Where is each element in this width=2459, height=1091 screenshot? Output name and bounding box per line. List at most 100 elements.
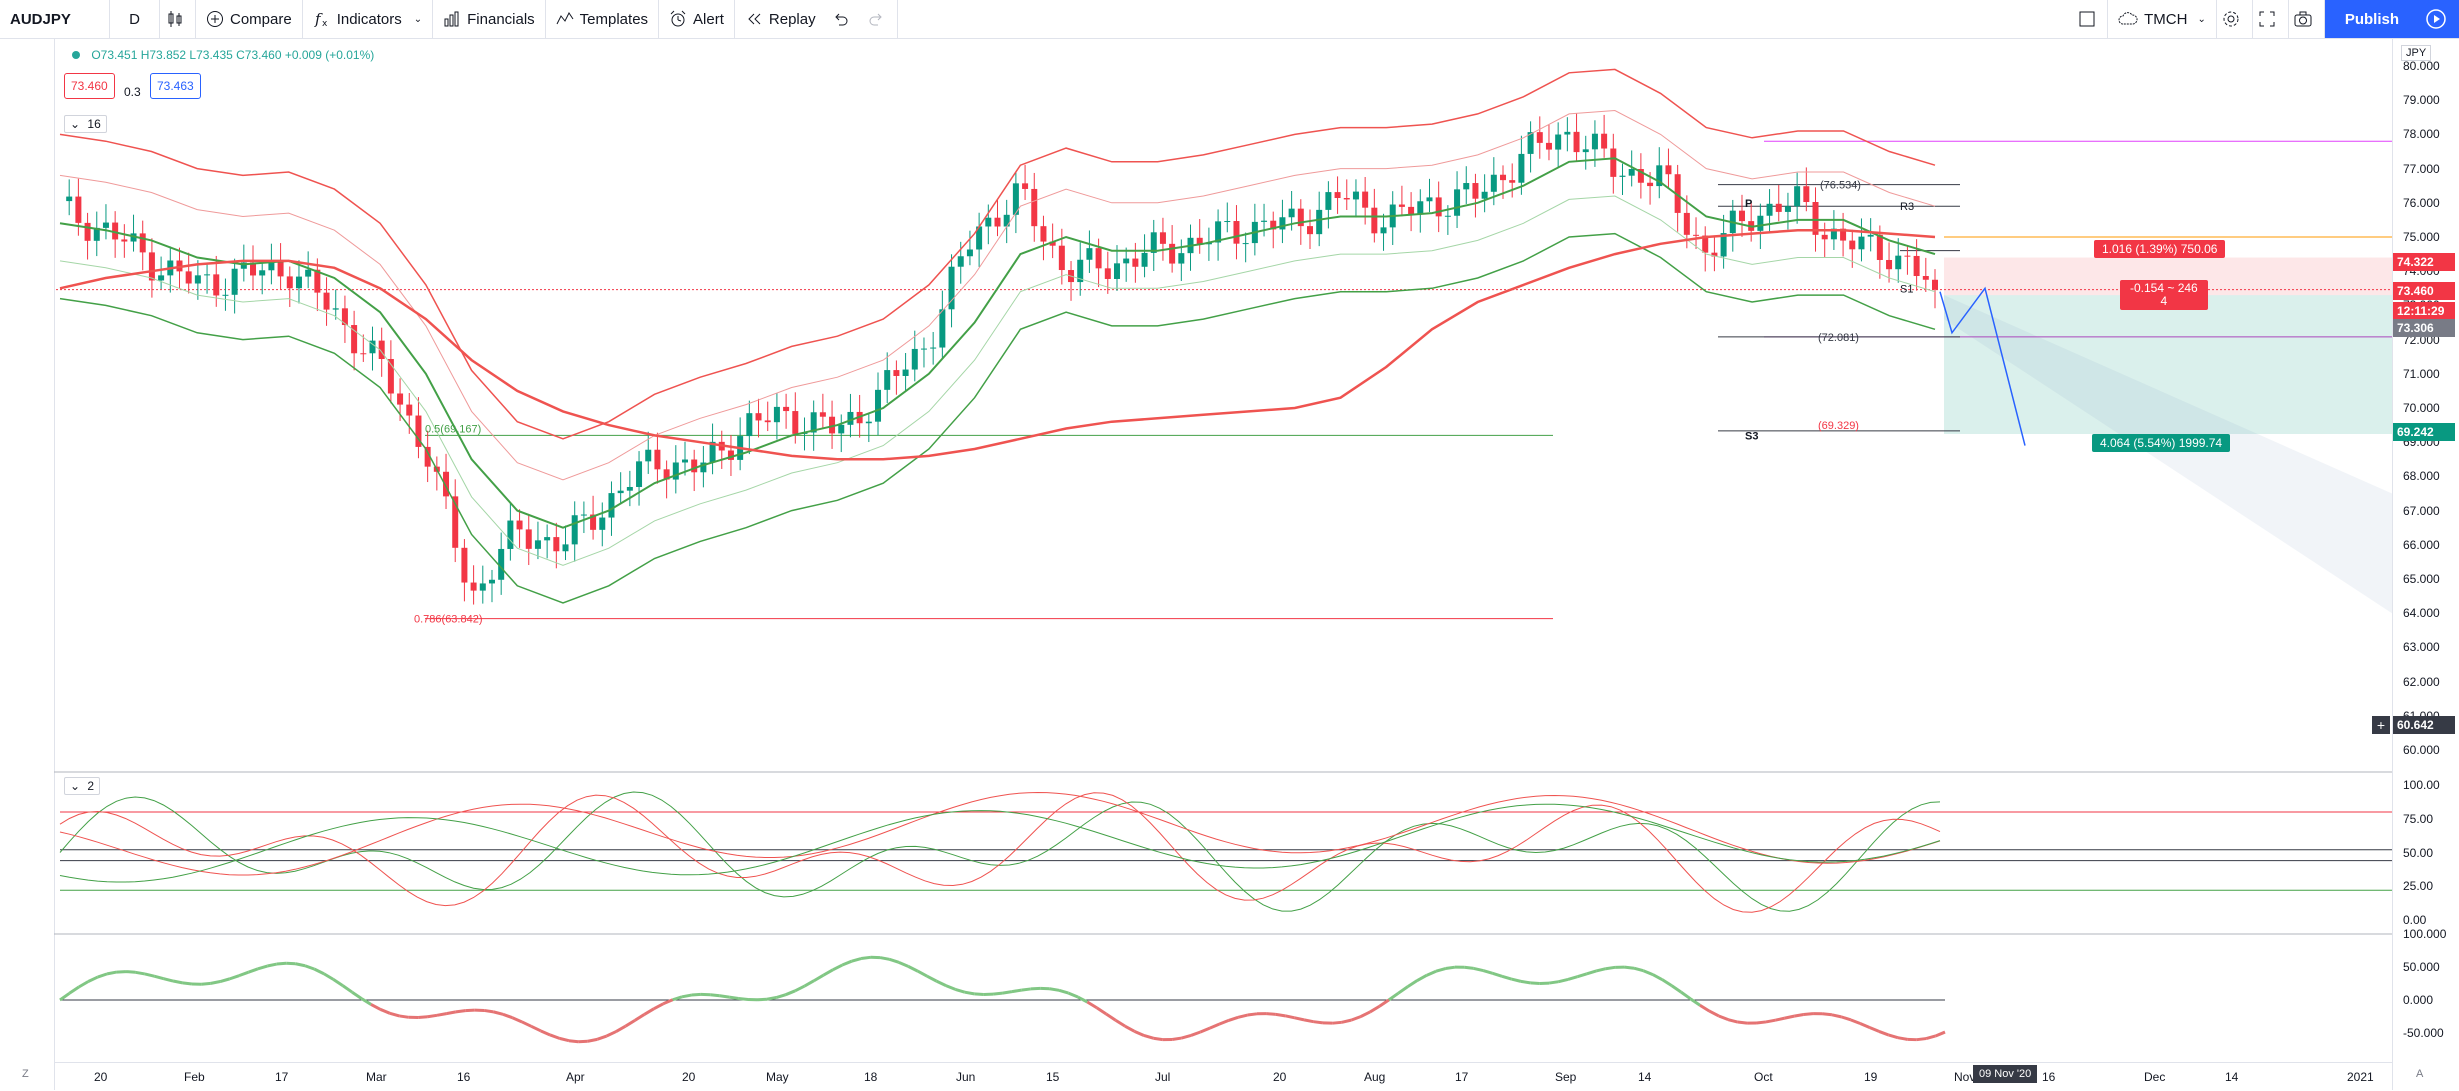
osc-segment bbox=[380, 1009, 389, 1013]
candle-body bbox=[1004, 215, 1010, 227]
osc-segment bbox=[107, 972, 116, 974]
candle-body bbox=[1537, 132, 1543, 143]
osc-segment bbox=[607, 1032, 616, 1036]
time-tick: Dec bbox=[2144, 1070, 2165, 1084]
candle-body bbox=[1086, 248, 1092, 260]
osc-segment bbox=[1804, 1014, 1813, 1015]
candle-body bbox=[1822, 235, 1828, 239]
stoch-slow2-line bbox=[60, 804, 1940, 882]
candle-body bbox=[1849, 241, 1855, 250]
osc-segment bbox=[343, 986, 352, 993]
r3-label: R3 bbox=[1900, 201, 1914, 213]
osc-segment bbox=[267, 964, 276, 966]
alert-button[interactable]: Alert bbox=[659, 0, 735, 38]
osc-segment bbox=[1587, 971, 1596, 974]
square-icon bbox=[2078, 10, 2096, 28]
osc-segment bbox=[1389, 993, 1398, 1000]
financials-button[interactable]: Financials bbox=[433, 0, 546, 38]
fullscreen-select-button[interactable] bbox=[2072, 0, 2108, 38]
chart-style-button[interactable] bbox=[160, 0, 196, 38]
settings-button[interactable] bbox=[2217, 0, 2253, 38]
candle-body bbox=[1610, 149, 1616, 177]
osc-segment bbox=[955, 989, 964, 992]
candle-body bbox=[1132, 259, 1138, 267]
candle-body bbox=[1316, 210, 1322, 234]
candle-body bbox=[1767, 204, 1773, 216]
snapshot-button[interactable] bbox=[2289, 0, 2325, 38]
price-chart[interactable]: 100.0075.0050.0025.000.00 0.5(69.167)0.7… bbox=[54, 39, 2392, 1062]
osc-segment bbox=[795, 986, 804, 991]
osc-segment bbox=[465, 1010, 474, 1011]
candle-body bbox=[1096, 248, 1102, 268]
osc-segment bbox=[691, 994, 700, 995]
osc-segment bbox=[1870, 1027, 1879, 1031]
redo-button[interactable] bbox=[862, 0, 898, 38]
osc-segment bbox=[1351, 1017, 1360, 1020]
layout-button[interactable]: TMCH ⌄ bbox=[2108, 0, 2217, 38]
osc-segment bbox=[682, 995, 691, 997]
time-tick: 17 bbox=[1455, 1070, 1468, 1084]
time-tick: Feb bbox=[184, 1070, 205, 1084]
chevron-down-icon: ⌄ bbox=[2197, 14, 2205, 25]
templates-button[interactable]: Templates bbox=[546, 0, 659, 38]
replay-button[interactable]: Replay bbox=[735, 0, 826, 38]
alarm-clock-icon bbox=[669, 10, 687, 28]
candle-body bbox=[995, 218, 1001, 227]
pane2-collapse-button[interactable]: ⌄ 2 bbox=[64, 777, 100, 795]
layout-name: TMCH bbox=[2144, 11, 2187, 28]
osc-segment bbox=[145, 974, 154, 976]
interval-selector[interactable]: D bbox=[110, 0, 160, 38]
osc-segment bbox=[918, 971, 927, 976]
osc-segment bbox=[644, 1009, 653, 1015]
symbol-search[interactable]: AUDJPY bbox=[0, 0, 110, 38]
fullscreen-button[interactable] bbox=[2253, 0, 2289, 38]
indicators-collapse-button[interactable]: ⌄ 16 bbox=[64, 115, 107, 133]
osc-segment bbox=[974, 994, 983, 995]
price-axis[interactable]: JPY 80.00079.00078.00077.00076.00075.000… bbox=[2392, 39, 2459, 1090]
osc-segment bbox=[1361, 1012, 1370, 1017]
tradingview-logo[interactable] bbox=[2419, 0, 2459, 38]
time-tick: Oct bbox=[1754, 1070, 1773, 1084]
price-tick: 76.000 bbox=[2403, 196, 2440, 210]
auto-scale-button[interactable]: A bbox=[2416, 1068, 2423, 1080]
osc-segment bbox=[211, 982, 220, 984]
time-axis[interactable]: 20Feb17Mar16Apr20May18Jun15Jul20Aug17Sep… bbox=[54, 1062, 2392, 1091]
candle-body bbox=[324, 293, 330, 310]
candle-body bbox=[489, 580, 495, 584]
crosshair-plus-icon[interactable]: + bbox=[2372, 716, 2390, 734]
osc-segment bbox=[889, 959, 898, 962]
time-cursor-label: 09 Nov '20 bbox=[1973, 1065, 2037, 1083]
candle-body bbox=[1105, 268, 1111, 279]
osc-segment bbox=[1719, 1016, 1728, 1020]
candle-body bbox=[875, 390, 881, 422]
osc-segment bbox=[1709, 1011, 1718, 1016]
indicators-button[interactable]: fx Indicators ⌄ bbox=[303, 0, 433, 38]
candle-body bbox=[930, 348, 936, 349]
osc-segment bbox=[1832, 1015, 1841, 1017]
price-tick: 80.000 bbox=[2403, 59, 2440, 73]
candle-body bbox=[1592, 134, 1598, 150]
s3-label: S3 bbox=[1745, 430, 1758, 442]
osc-segment bbox=[673, 997, 682, 1000]
osc-segment bbox=[927, 976, 936, 981]
candle-body bbox=[121, 239, 127, 241]
osc-segment bbox=[494, 1012, 503, 1014]
candle-body bbox=[103, 223, 109, 228]
candle-body bbox=[535, 540, 541, 549]
zoom-z-button[interactable]: Z bbox=[22, 1068, 29, 1080]
publish-button[interactable]: Publish bbox=[2325, 0, 2419, 38]
undo-button[interactable] bbox=[826, 0, 862, 38]
candle-body bbox=[1877, 235, 1883, 260]
candle-body bbox=[618, 491, 624, 493]
target-price-label: 69.242 bbox=[2393, 423, 2455, 441]
osc-segment bbox=[1785, 1016, 1794, 1018]
osc-segment bbox=[1219, 1020, 1228, 1024]
candle-body bbox=[838, 425, 844, 434]
candle-body bbox=[654, 450, 660, 470]
buy-box[interactable]: 73.463 bbox=[150, 73, 201, 99]
osc-segment bbox=[484, 1010, 493, 1011]
compare-button[interactable]: Compare bbox=[196, 0, 303, 38]
osc-segment bbox=[88, 977, 97, 981]
osc-segment bbox=[1116, 1020, 1125, 1026]
sell-box[interactable]: 73.460 bbox=[64, 73, 115, 99]
